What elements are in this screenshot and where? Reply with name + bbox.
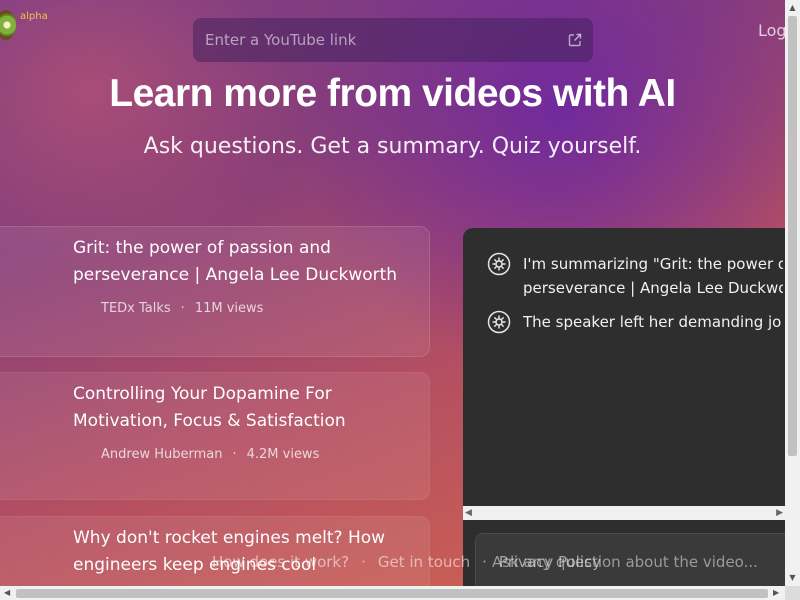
chat-message-text: I'm summarizing "Grit: the power o [523,255,783,273]
video-views: 4.2M views [246,447,320,462]
kiwi-logo-icon [0,10,16,40]
scroll-up-arrow-icon[interactable]: ▲ [785,3,800,12]
scroll-right-arrow-icon[interactable]: ▶ [776,506,783,520]
video-title: Grit: the power of passion and persevera… [73,238,398,285]
scrollbar-corner [785,586,800,600]
chat-message: I'm summarizing "Grit: the power o perse… [487,252,783,300]
alpha-badge: alpha [20,11,48,22]
video-channel: TEDx Talks [101,301,171,316]
video-title: Controlling Your Dopamine For Motivation… [73,384,346,431]
chat-message: The speaker left her demanding jo [487,310,783,334]
chat-panel: I'm summarizing "Grit: the power o perse… [463,228,785,600]
vertical-scroll-thumb[interactable] [788,16,797,456]
get-in-touch-link[interactable]: Get in touch [378,553,470,571]
video-views: 11M views [194,301,264,316]
horizontal-scroll-thumb[interactable] [16,589,768,598]
how-it-works-link[interactable]: How does it work? [212,553,349,571]
scroll-left-arrow-icon[interactable]: ◀ [4,586,10,600]
video-meta: TEDx Talks · 11M views [101,301,264,316]
youtube-link-search [193,18,593,62]
horizontal-scrollbar[interactable]: ◀ ▶ [0,586,785,600]
ai-avatar-icon [487,310,511,334]
footer-links: How does it work? · Get in touch · Privacy P… [212,553,602,571]
vertical-scrollbar[interactable]: ▲ ▼ [785,0,800,586]
ai-avatar-icon [487,252,511,276]
video-meta: Andrew Huberman · 4.2M views [101,447,320,462]
scroll-down-arrow-icon[interactable]: ▼ [785,573,800,582]
chat-horizontal-scrollbar[interactable]: ◀ ▶ [463,506,785,520]
video-card[interactable]: Grit: the power of passion and persevera… [0,226,430,357]
youtube-link-input[interactable] [203,30,547,50]
external-link-icon[interactable] [567,32,583,48]
scroll-right-arrow-icon[interactable]: ▶ [773,586,779,600]
chat-message-text: perseverance | Angela Lee Duckwo [523,279,783,297]
hero-title: Learn more from videos with AI [109,72,676,115]
privacy-policy-link[interactable]: Privacy Policy [499,553,601,571]
login-link[interactable]: Log [758,21,785,40]
video-channel: Andrew Huberman [101,447,223,462]
chat-message-text: The speaker left her demanding jo [523,313,782,331]
video-card[interactable]: Controlling Your Dopamine For Motivation… [0,372,430,500]
logo[interactable]: alpha [0,10,48,40]
scroll-left-arrow-icon[interactable]: ◀ [465,506,472,520]
page-background: alpha Log Learn more from videos with AI… [0,0,785,600]
hero-subtitle: Ask questions. Get a summary. Quiz yours… [143,134,642,159]
